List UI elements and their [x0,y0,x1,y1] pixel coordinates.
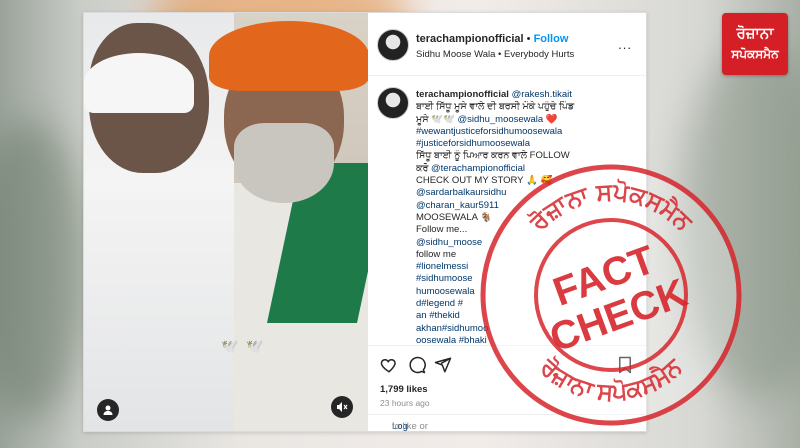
caption-hashtag[interactable]: #sidhumoose [416,273,473,284]
heart-icon[interactable] [380,356,398,374]
white-cap [84,53,194,113]
share-icon[interactable] [434,356,452,374]
caption-text-fragment: follow me [416,248,457,260]
tagged-user-icon[interactable] [97,399,119,421]
caption-line: #wewantjusticeforsidhumoosewala [416,126,638,138]
caption-mention[interactable]: @sidhu_moose [416,237,482,248]
dove-emoji-overlay: 🕊️ 🕊️ [221,338,266,354]
caption-text-fragment: ਬਾਈ ਸਿੱਧੂ ਮੂਸੇ ਵਾਲੇ ਦੀ ਬਰਸੀ ਮੌਕੇ ਪਹੁੰਚੇ … [416,101,575,113]
rozana-spokesman-logo: ਰੋਜ਼ਾਨਾ ਸਪੋਕਸਮੈਨ [722,13,788,75]
caption-line: terachampionofficial @rakesh.tikait [416,89,638,101]
caption-mention[interactable]: @sidhu_moosewala [458,114,544,125]
caption-hashtag[interactable]: d#legend # [416,298,463,309]
post-timestamp[interactable]: 23 hours ago [380,398,430,408]
account-name[interactable]: terachampionofficial [416,33,524,45]
caption-avatar[interactable] [377,87,409,119]
caption-hashtag[interactable]: #lionelmessi [416,261,468,272]
grey-beard [234,123,334,203]
post-header: terachampionofficial • Follow Sidhu Moos… [368,13,646,76]
follow-button[interactable]: Follow [534,33,569,45]
background-blur-left [0,120,90,420]
comment-icon[interactable] [408,356,426,374]
login-prompt-text: to like or comment. [392,421,428,432]
account-line: terachampionofficial • Follow [416,33,568,45]
caption-text-fragment: ਮੂਸੇ 🕊️🕊️ [416,113,458,125]
audio-track[interactable]: Sidhu Moose Wala • Everybody Hurts [416,49,574,60]
caption-line: ਮੂਸੇ 🕊️🕊️ @sidhu_moosewala ❤️ [416,114,638,126]
logo-line1: ਰੋਜ਼ਾਨਾ [736,25,774,42]
caption-text-fragment: Follow me... [416,224,468,236]
orange-turban [209,21,368,91]
stamp-rings: ਰੋਜ਼ਾਨਾ ਸਪੋਕਸਮੈਨ ਰੋਜ਼ਾਨਾ ਸਪੋਕਸਮੈਨ FACT C… [480,164,742,426]
more-options-icon[interactable]: ... [618,37,632,52]
logo-line2: ਸਪੋਕਸਮੈਨ [731,47,779,61]
caption-hashtag[interactable]: an #thekid [416,310,460,321]
post-photo[interactable]: 🕊️ 🕊️ [84,13,368,431]
caption-hashtag[interactable]: #justiceforsidhumoosewala [416,138,530,149]
caption-hashtag[interactable]: humoosewala [416,286,475,297]
account-avatar[interactable] [377,29,409,61]
caption-line: ਬਾਈ ਸਿੱਧੂ ਮੂਸੇ ਵਾਲੇ ਦੀ ਬਰਸੀ ਮੌਕੇ ਪਹੁੰਚੇ … [416,101,638,113]
fact-check-stamp: ਰੋਜ਼ਾਨਾ ਸਪੋਕਸਮੈਨ ਰੋਜ਼ਾਨਾ ਸਪੋਕਸਮੈਨ FACT C… [476,160,746,430]
caption-username[interactable]: terachampionofficial [416,89,512,100]
caption-mention[interactable]: @rakesh.tikait [512,89,572,100]
mute-icon[interactable] [331,396,353,418]
separator-dot: • [526,33,531,45]
like-count[interactable]: 1,799 likes [380,384,428,395]
caption-text-fragment: ਕਰੋ [416,162,432,174]
caption-emoji: ❤️ [543,113,558,125]
caption-line: #justiceforsidhumoosewala [416,138,638,150]
caption-hashtag[interactable]: #wewantjusticeforsidhumoosewala [416,126,562,137]
